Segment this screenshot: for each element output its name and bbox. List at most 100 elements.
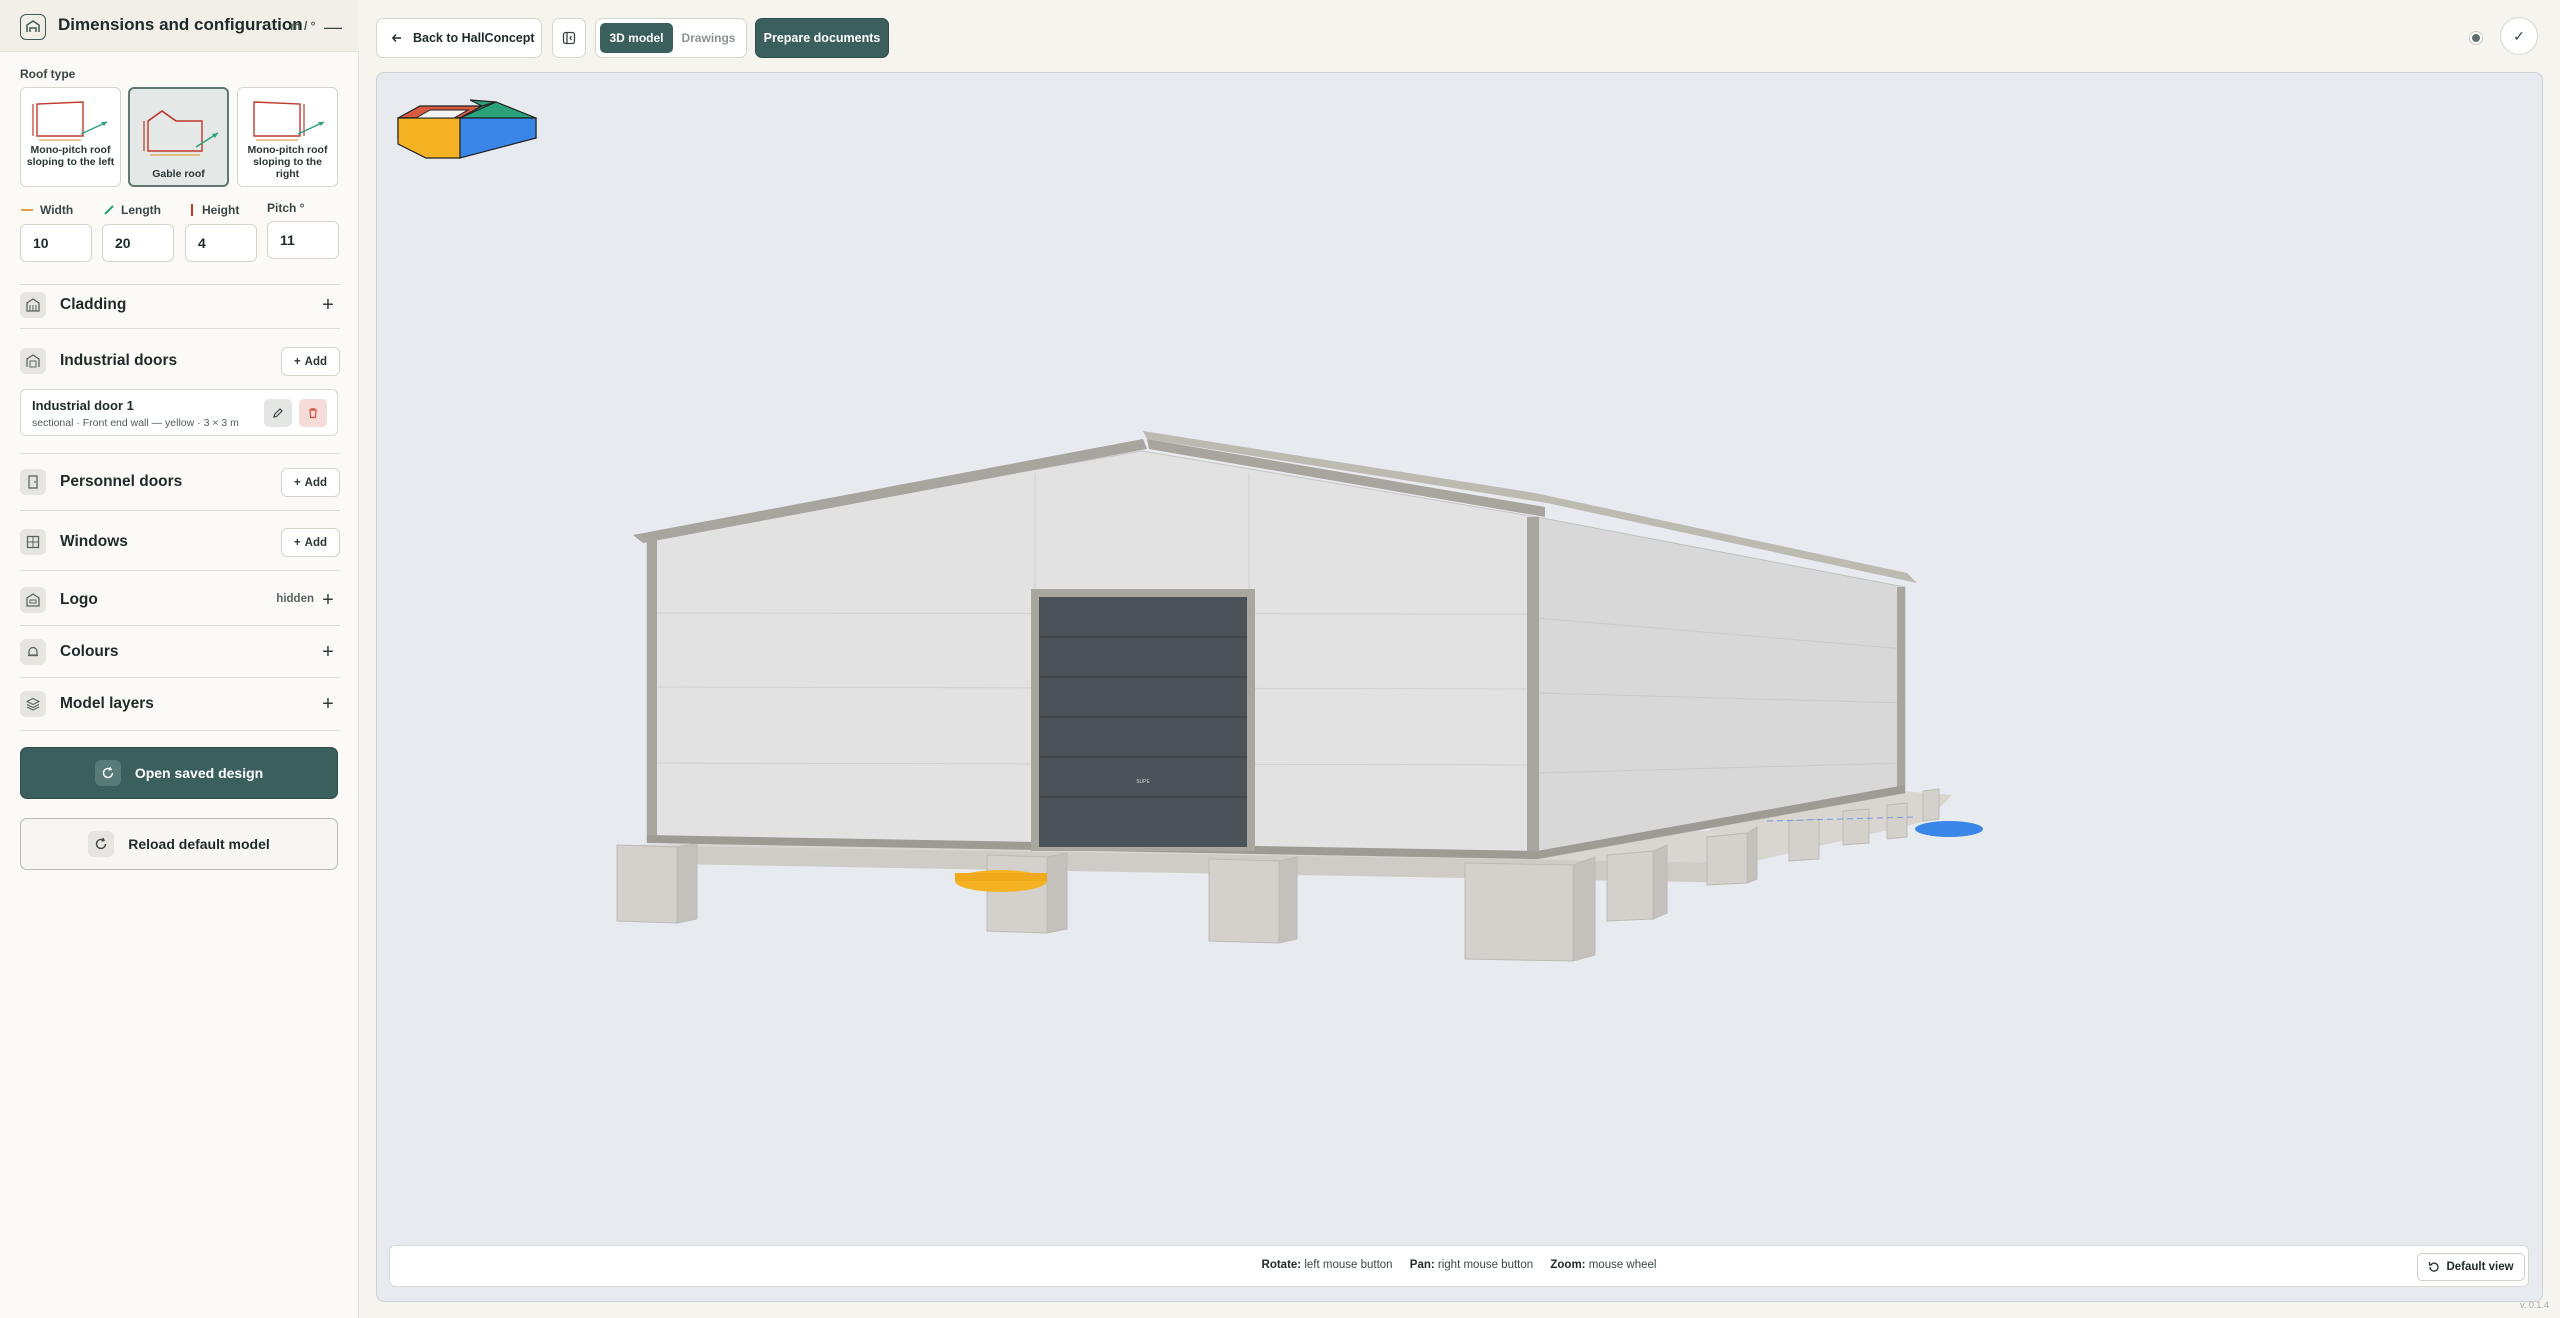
sidebar-title: Dimensions and configuration — [58, 15, 303, 34]
mono-right-roof-icon — [253, 101, 325, 141]
window-icon — [20, 529, 46, 555]
section-title: Industrial doors — [60, 352, 178, 369]
door-icon — [20, 348, 46, 374]
add-industrial-door-button[interactable]: + Add — [281, 347, 340, 376]
expand-model-layers-button[interactable]: + — [316, 692, 340, 716]
height-label: Height — [188, 203, 239, 217]
section-logo[interactable]: Logo hidden + — [20, 580, 340, 620]
door-item-subtitle: sectional · Front end wall — yellow · 3 … — [32, 417, 239, 429]
section-title: Colours — [60, 643, 119, 660]
open-saved-design-button[interactable]: Open saved design — [20, 747, 338, 799]
industrial-door-item[interactable]: Industrial door 1 sectional · Front end … — [20, 389, 338, 436]
length-input[interactable] — [102, 224, 174, 262]
configuration-sidebar: Dimensions and configuration m / ° — Roo… — [0, 0, 359, 1318]
frame-post-left — [647, 537, 657, 843]
door-label: SUPE — [1136, 779, 1150, 785]
reset-view-icon — [2429, 1262, 2440, 1272]
side-wall-marker[interactable] — [1915, 821, 1983, 837]
section-industrial-doors: Industrial doors + Add — [20, 341, 340, 381]
front-wall-marker-side — [955, 873, 1047, 881]
unit-indicator: m / ° — [290, 19, 316, 33]
divider — [20, 510, 340, 511]
divider — [20, 453, 340, 454]
back-to-hallconcept-button[interactable]: Back to HallConcept — [376, 18, 542, 58]
section-title: Personnel doors — [60, 473, 183, 490]
roof-option-gable[interactable]: Gable roof — [128, 87, 229, 187]
section-model-layers[interactable]: Model layers + — [20, 684, 340, 724]
roof-option-mono-right[interactable]: Mono-pitch roof sloping to the right — [237, 87, 338, 187]
roof-type-label: Roof type — [20, 67, 76, 81]
divider — [20, 625, 340, 626]
section-colours[interactable]: Colours + — [20, 632, 340, 672]
plus-icon: + — [293, 355, 301, 368]
plus-icon: + — [293, 476, 301, 489]
roof-option-label: Mono-pitch roof sloping to the left — [26, 144, 115, 168]
version-label: v. 0.1.4 — [2520, 1300, 2549, 1310]
default-view-button[interactable]: Default view — [2417, 1253, 2525, 1281]
section-windows: Windows + Add — [20, 522, 340, 562]
roof-option-label: Gable roof — [152, 168, 205, 180]
divider — [20, 570, 340, 571]
navigation-hint-bar: Rotate: left mouse button Pan: right mou… — [389, 1245, 2529, 1287]
divider — [20, 730, 340, 731]
pitch-input[interactable] — [267, 221, 339, 259]
arrow-left-icon — [391, 34, 401, 42]
height-input[interactable] — [185, 224, 257, 262]
width-label: Width — [20, 203, 73, 217]
length-icon — [104, 205, 114, 215]
edit-door-button[interactable] — [264, 399, 292, 427]
roof-option-label: Mono-pitch roof sloping to the right — [247, 144, 328, 180]
length-label: Length — [103, 203, 161, 217]
width-icon — [21, 209, 33, 211]
plus-icon: + — [293, 536, 301, 549]
section-title: Windows — [60, 533, 128, 550]
hall-3d-model: SUPE — [616, 431, 1983, 962]
reload-default-model-button[interactable]: Reload default model — [20, 818, 338, 870]
section-title: Logo — [60, 591, 98, 608]
personnel-door-icon — [20, 469, 46, 495]
pitch-label: Pitch ° — [267, 201, 305, 215]
expand-cladding-button[interactable]: + — [316, 293, 340, 317]
add-personnel-door-button[interactable]: + Add — [281, 468, 340, 497]
prepare-documents-button[interactable]: Prepare documents — [755, 18, 889, 58]
expand-colours-button[interactable]: + — [316, 640, 340, 664]
frame-post-corner — [1527, 517, 1539, 859]
confirm-button[interactable]: ✓ — [2500, 17, 2538, 55]
divider — [20, 328, 340, 329]
tab-drawings[interactable]: Drawings — [675, 23, 742, 53]
section-cladding[interactable]: Cladding + — [20, 285, 340, 325]
status-indicator — [2469, 31, 2483, 45]
roof-option-mono-left[interactable]: Mono-pitch roof sloping to the left — [20, 87, 121, 187]
sidebar-toggle-icon — [562, 31, 576, 45]
sidebar-header: Dimensions and configuration m / ° — — [0, 0, 359, 52]
add-window-button[interactable]: + Add — [281, 528, 340, 557]
mono-left-roof-icon — [32, 101, 108, 141]
logo-visibility-status: hidden — [276, 593, 314, 605]
navigation-hints: Rotate: left mouse button Pan: right mou… — [1261, 1259, 1657, 1271]
width-input[interactable] — [20, 224, 92, 262]
layers-icon — [20, 691, 46, 717]
view-mode-toggle: 3D model Drawings — [595, 18, 747, 58]
industrial-door — [1039, 597, 1247, 847]
toggle-sidebar-button[interactable] — [552, 18, 586, 58]
expand-logo-button[interactable]: + — [316, 588, 340, 612]
tab-3d-model[interactable]: 3D model — [600, 23, 673, 53]
door-item-title: Industrial door 1 — [32, 398, 134, 413]
logo-icon — [20, 587, 46, 613]
hall-icon — [20, 14, 46, 40]
refresh-icon — [94, 760, 121, 786]
frame-post-rear — [1897, 587, 1905, 793]
collapse-button[interactable]: — — [322, 16, 344, 38]
gable-roof-icon — [143, 110, 219, 156]
cladding-icon — [20, 292, 46, 318]
refresh-icon — [88, 831, 115, 857]
pencil-icon — [273, 408, 283, 418]
section-title: Cladding — [60, 296, 127, 313]
delete-door-button[interactable] — [299, 399, 327, 427]
height-icon — [191, 204, 193, 216]
divider — [20, 677, 340, 678]
bell-icon — [20, 639, 46, 665]
3d-viewport[interactable]: SUPE Rotate: left mouse button Pan: righ… — [376, 72, 2543, 1302]
section-title: Model layers — [60, 695, 154, 712]
section-personnel-doors: Personnel doors + Add — [20, 462, 340, 502]
